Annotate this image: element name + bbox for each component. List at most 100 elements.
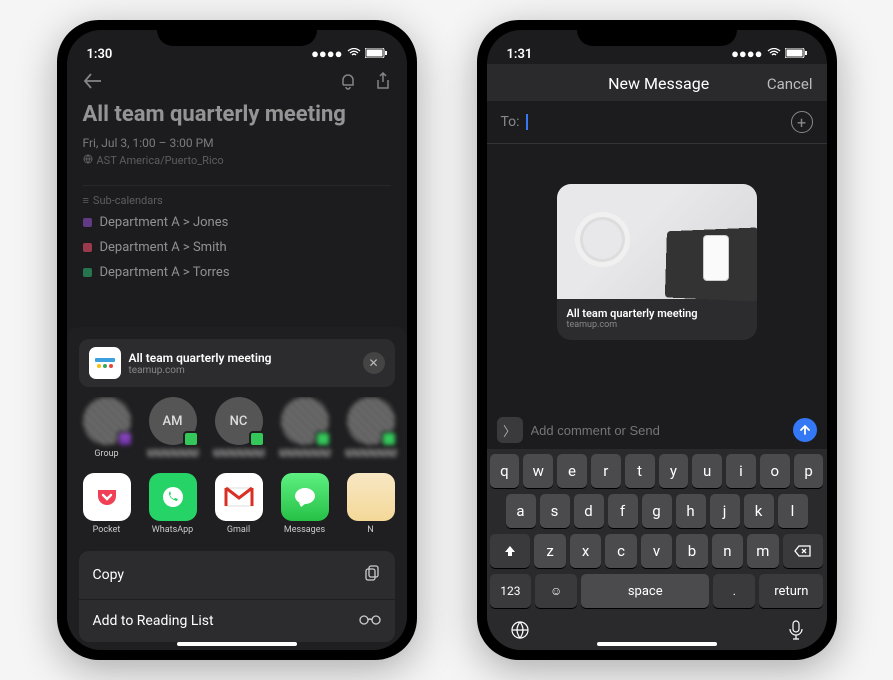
messages-badge-icon bbox=[315, 431, 331, 447]
key-e[interactable]: e bbox=[557, 454, 587, 488]
wifi-icon bbox=[767, 47, 781, 62]
key-q[interactable]: q bbox=[490, 454, 520, 488]
key-k[interactable]: k bbox=[744, 494, 774, 528]
share-sheet: All team quarterly meeting teamup.com ✕ … bbox=[67, 327, 407, 650]
key-period[interactable]: . bbox=[713, 574, 755, 608]
globe-icon[interactable] bbox=[510, 620, 530, 644]
battery-icon bbox=[365, 47, 387, 62]
key-space[interactable]: space bbox=[581, 574, 709, 608]
status-time: 1:30 bbox=[87, 47, 113, 62]
key-b[interactable]: b bbox=[676, 534, 707, 568]
event-date: Fri, Jul 3, 1:00 – 3:00 PM bbox=[83, 136, 391, 150]
share-app-pocket[interactable]: Pocket bbox=[81, 473, 133, 535]
color-swatch bbox=[83, 243, 92, 252]
glasses-icon bbox=[359, 613, 381, 629]
event-title: All team quarterly meeting bbox=[83, 102, 391, 128]
key-emoji[interactable]: ☺ bbox=[535, 574, 577, 608]
messages-badge-icon bbox=[249, 431, 265, 447]
close-icon[interactable]: ✕ bbox=[363, 352, 385, 374]
share-title: All team quarterly meeting bbox=[129, 351, 355, 365]
whatsapp-icon bbox=[149, 473, 197, 521]
gmail-icon bbox=[215, 473, 263, 521]
to-field[interactable] bbox=[526, 114, 528, 130]
subcalendar-row[interactable]: Department A > Jones bbox=[83, 215, 391, 230]
share-contact[interactable] bbox=[279, 397, 331, 459]
add-contact-icon[interactable]: + bbox=[791, 111, 813, 133]
key-m[interactable]: m bbox=[747, 534, 778, 568]
key-x[interactable]: x bbox=[570, 534, 601, 568]
key-n[interactable]: n bbox=[712, 534, 743, 568]
key-r[interactable]: r bbox=[591, 454, 621, 488]
cancel-button[interactable]: Cancel bbox=[767, 75, 813, 93]
messages-icon bbox=[281, 473, 329, 521]
share-contact[interactable]: NC bbox=[213, 397, 265, 459]
key-z[interactable]: z bbox=[534, 534, 565, 568]
message-input[interactable] bbox=[531, 423, 785, 438]
messages-badge-icon bbox=[183, 431, 199, 447]
key-u[interactable]: u bbox=[692, 454, 722, 488]
key-t[interactable]: t bbox=[625, 454, 655, 488]
wifi-icon bbox=[347, 47, 361, 62]
share-domain: teamup.com bbox=[129, 365, 355, 376]
list-icon: ≡ bbox=[83, 194, 89, 207]
share-contact[interactable]: AM bbox=[147, 397, 199, 459]
share-app-notes[interactable]: N bbox=[345, 473, 397, 535]
signal-icon: ●●●● bbox=[731, 46, 762, 62]
key-d[interactable]: d bbox=[574, 494, 604, 528]
send-button[interactable] bbox=[793, 418, 817, 442]
key-o[interactable]: o bbox=[760, 454, 790, 488]
pocket-icon bbox=[83, 473, 131, 521]
key-s[interactable]: s bbox=[540, 494, 570, 528]
link-preview-card[interactable]: ✕ All team quarterly meeting teamup.com bbox=[557, 184, 757, 340]
key-123[interactable]: 123 bbox=[490, 574, 532, 608]
preview-domain: teamup.com bbox=[567, 320, 747, 330]
share-app-gmail[interactable]: Gmail bbox=[213, 473, 265, 535]
key-j[interactable]: j bbox=[710, 494, 740, 528]
key-l[interactable]: l bbox=[778, 494, 808, 528]
reading-list-action[interactable]: Add to Reading List bbox=[79, 600, 395, 642]
key-c[interactable]: c bbox=[605, 534, 636, 568]
messages-badge-icon bbox=[381, 431, 397, 447]
share-app-whatsapp[interactable]: WhatsApp bbox=[147, 473, 199, 535]
home-indicator[interactable] bbox=[177, 642, 297, 646]
copy-action[interactable]: Copy bbox=[79, 551, 395, 599]
color-swatch bbox=[83, 268, 92, 277]
subcalendar-row[interactable]: Department A > Torres bbox=[83, 265, 391, 280]
subcalendar-row[interactable]: Department A > Smith bbox=[83, 240, 391, 255]
viber-badge-icon bbox=[117, 431, 133, 447]
key-g[interactable]: g bbox=[642, 494, 672, 528]
bell-icon[interactable] bbox=[339, 72, 357, 94]
home-indicator[interactable] bbox=[597, 642, 717, 646]
key-shift[interactable] bbox=[490, 534, 531, 568]
subcalendars-heading: ≡ Sub-calendars bbox=[83, 194, 391, 207]
key-y[interactable]: y bbox=[659, 454, 689, 488]
share-icon[interactable] bbox=[375, 72, 391, 94]
battery-icon bbox=[785, 47, 807, 62]
key-delete[interactable] bbox=[783, 534, 824, 568]
share-contact[interactable]: Group bbox=[81, 397, 133, 459]
color-swatch bbox=[83, 218, 92, 227]
key-h[interactable]: h bbox=[676, 494, 706, 528]
key-f[interactable]: f bbox=[608, 494, 638, 528]
key-return[interactable]: return bbox=[759, 574, 823, 608]
teamup-app-icon bbox=[89, 347, 121, 379]
copy-icon bbox=[363, 564, 381, 586]
status-time: 1:31 bbox=[507, 47, 533, 62]
key-p[interactable]: p bbox=[794, 454, 824, 488]
globe-icon bbox=[83, 154, 93, 167]
key-a[interactable]: a bbox=[506, 494, 536, 528]
keyboard: q w e r t y u i o p a s d f g h j k l bbox=[487, 449, 827, 650]
notes-icon bbox=[347, 473, 395, 521]
expand-apps-icon[interactable]: 〉 bbox=[497, 417, 523, 443]
key-v[interactable]: v bbox=[641, 534, 672, 568]
key-w[interactable]: w bbox=[523, 454, 553, 488]
key-i[interactable]: i bbox=[726, 454, 756, 488]
back-icon[interactable] bbox=[83, 72, 103, 94]
share-contact[interactable] bbox=[345, 397, 397, 459]
mic-icon[interactable] bbox=[788, 620, 804, 644]
share-app-messages[interactable]: Messages bbox=[279, 473, 331, 535]
preview-title: All team quarterly meeting bbox=[567, 307, 747, 320]
event-timezone: AST America/Puerto_Rico bbox=[83, 154, 391, 167]
to-label: To: bbox=[501, 114, 520, 130]
nav-title: New Message bbox=[608, 74, 709, 93]
